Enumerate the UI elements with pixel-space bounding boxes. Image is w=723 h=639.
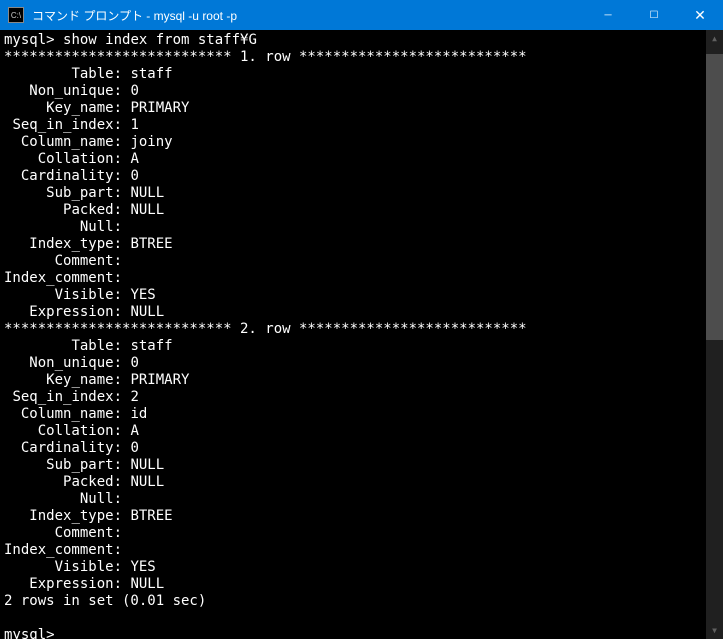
command-text: show index from staff¥G	[63, 32, 257, 48]
field-label-packed: Packed	[63, 202, 114, 218]
minimize-button[interactable]: ─	[585, 0, 631, 30]
field-value-keyname: PRIMARY	[130, 100, 189, 116]
field-value-cardinality: 0	[130, 440, 138, 456]
field-label-seq: Seq_in_index	[12, 389, 113, 405]
field-value-nonunique: 0	[130, 355, 138, 371]
field-value-table: staff	[130, 338, 172, 354]
cmd-icon: C:\	[8, 7, 24, 23]
field-value-nonunique: 0	[130, 83, 138, 99]
field-label-indexcomment: Index_comment	[4, 542, 114, 558]
field-label-visible: Visible	[55, 559, 114, 575]
field-label-collation: Collation	[38, 423, 114, 439]
field-value-keyname: PRIMARY	[130, 372, 189, 388]
field-value-packed: NULL	[130, 202, 164, 218]
field-value-collation: A	[130, 423, 138, 439]
maximize-button[interactable]: ☐	[631, 0, 677, 30]
field-value-column: joiny	[130, 134, 172, 150]
field-label-nonunique: Non_unique	[29, 83, 113, 99]
field-value-indextype: BTREE	[130, 236, 172, 252]
field-label-nonunique: Non_unique	[29, 355, 113, 371]
field-value-seq: 2	[130, 389, 138, 405]
field-label-column: Column_name	[21, 134, 114, 150]
field-label-null: Null	[80, 491, 114, 507]
field-label-indexcomment: Index_comment	[4, 270, 114, 286]
field-label-subpart: Sub_part	[46, 185, 113, 201]
window-title: コマンド プロンプト - mysql -u root -p	[32, 7, 585, 24]
field-value-indextype: BTREE	[130, 508, 172, 524]
field-value-visible: YES	[130, 559, 155, 575]
field-label-cardinality: Cardinality	[21, 440, 114, 456]
field-label-subpart: Sub_part	[46, 457, 113, 473]
field-value-seq: 1	[130, 117, 138, 133]
field-label-cardinality: Cardinality	[21, 168, 114, 184]
field-label-table: Table	[71, 66, 113, 82]
scroll-up-icon[interactable]: ▲	[706, 30, 723, 47]
field-value-expression: NULL	[130, 304, 164, 320]
field-value-packed: NULL	[130, 474, 164, 490]
prompt: mysql>	[4, 627, 63, 639]
field-value-subpart: NULL	[130, 457, 164, 473]
field-label-visible: Visible	[55, 287, 114, 303]
prompt: mysql>	[4, 32, 63, 48]
field-value-expression: NULL	[130, 576, 164, 592]
row-divider: *************************** 1. row *****…	[4, 49, 527, 65]
field-label-null: Null	[80, 219, 114, 235]
close-button[interactable]: ✕	[677, 0, 723, 30]
field-label-column: Column_name	[21, 406, 114, 422]
terminal[interactable]: mysql> show index from staff¥G *********…	[0, 30, 723, 639]
field-label-keyname: Key_name	[46, 100, 113, 116]
field-label-seq: Seq_in_index	[12, 117, 113, 133]
field-label-packed: Packed	[63, 474, 114, 490]
field-value-table: staff	[130, 66, 172, 82]
field-label-comment: Comment	[55, 525, 114, 541]
window-controls: ─ ☐ ✕	[585, 0, 723, 30]
field-label-table: Table	[71, 338, 113, 354]
field-value-cardinality: 0	[130, 168, 138, 184]
field-label-collation: Collation	[38, 151, 114, 167]
field-value-collation: A	[130, 151, 138, 167]
field-label-indextype: Index_type	[29, 236, 113, 252]
field-label-comment: Comment	[55, 253, 114, 269]
field-label-expression: Expression	[29, 576, 113, 592]
scrollbar[interactable]: ▲ ▼	[706, 30, 723, 639]
field-label-indextype: Index_type	[29, 508, 113, 524]
window: C:\ コマンド プロンプト - mysql -u root -p ─ ☐ ✕ …	[0, 0, 723, 639]
field-label	[4, 66, 71, 82]
titlebar[interactable]: C:\ コマンド プロンプト - mysql -u root -p ─ ☐ ✕	[0, 0, 723, 30]
scroll-thumb[interactable]	[706, 54, 723, 340]
field-label-keyname: Key_name	[46, 372, 113, 388]
field-value-subpart: NULL	[130, 185, 164, 201]
field-value-column: id	[130, 406, 147, 422]
field-label-expression: Expression	[29, 304, 113, 320]
scroll-down-icon[interactable]: ▼	[706, 622, 723, 639]
summary-text: 2 rows in set (0.01 sec)	[4, 593, 206, 609]
row-divider: *************************** 2. row *****…	[4, 321, 527, 337]
field-value-visible: YES	[130, 287, 155, 303]
